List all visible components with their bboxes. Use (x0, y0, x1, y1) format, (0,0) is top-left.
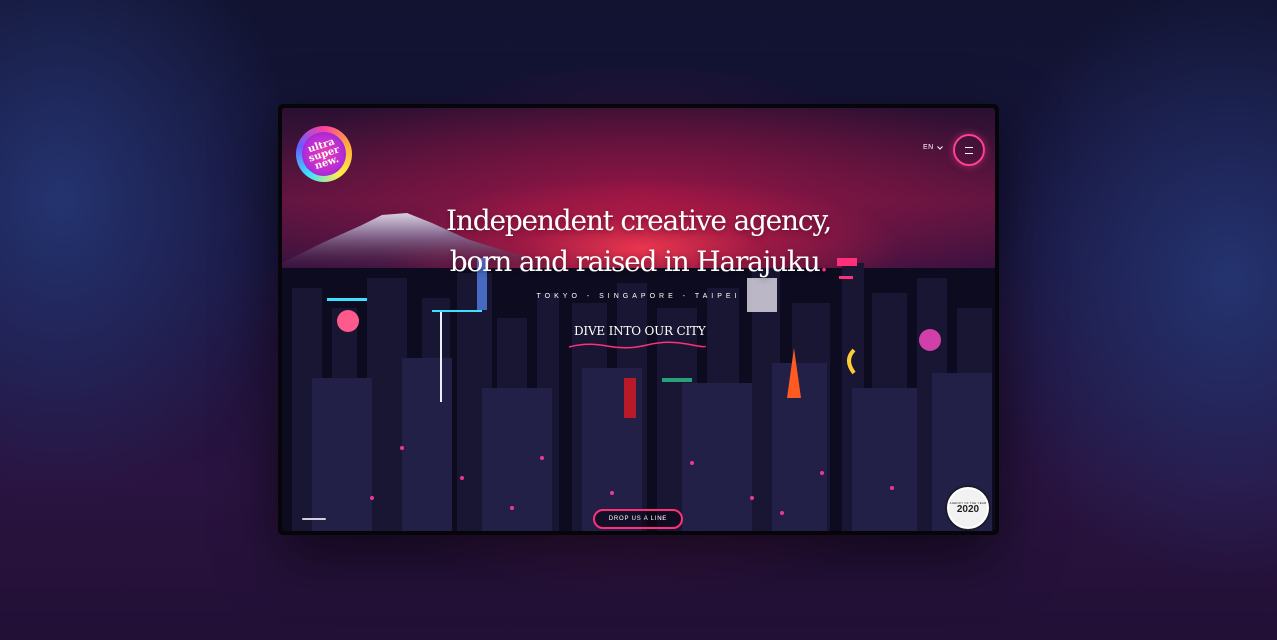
office-cities: TOKYO - SINGAPORE - TAIPEI (536, 293, 741, 300)
scroll-indicator[interactable] (302, 518, 326, 520)
headline-accent-dot: . (819, 245, 829, 278)
ultra-super-new-logo[interactable]: ultra super new. (296, 126, 352, 182)
cta-underline-squiggle (568, 341, 706, 349)
headline-line-1: Independent creative agency, (446, 204, 832, 237)
headline-line-2: born and raised in Harajuku. (282, 241, 995, 282)
menu-button[interactable] (953, 134, 985, 166)
hamburger-menu-icon (965, 146, 973, 154)
dive-into-city-link[interactable]: DIVE INTO OUR CITY (574, 324, 706, 338)
logo-wordmark: ultra super new. (296, 126, 352, 182)
hero-headline: Independent creative agency, born and ra… (282, 200, 995, 282)
drop-us-a-line-button[interactable]: DROP US A LINE (593, 509, 683, 529)
headline-line-2-text: born and raised in Harajuku (449, 245, 821, 278)
browser-frame: ultra super new. EN Independent creative… (278, 104, 999, 535)
language-selector[interactable]: EN (923, 144, 943, 151)
neon-city-skyline (282, 258, 995, 531)
chevron-down-icon (936, 145, 943, 150)
agency-of-the-year-badge[interactable]: AGENCY OF THE YEAR 2020 (947, 487, 989, 529)
award-year: 2020 (956, 504, 980, 515)
language-label: EN (923, 144, 934, 151)
website-viewport: ultra super new. EN Independent creative… (282, 108, 995, 531)
